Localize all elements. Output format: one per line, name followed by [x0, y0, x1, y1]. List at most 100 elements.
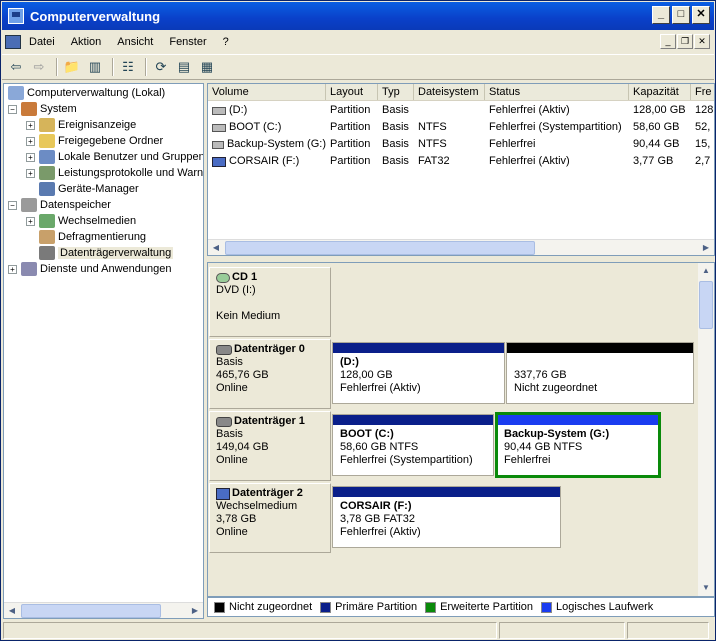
scroll-right-icon[interactable]: ▶: [187, 603, 203, 618]
app-menu-icon[interactable]: [5, 35, 21, 49]
volume-row[interactable]: (D:) Partition Basis Fehlerfrei (Aktiv) …: [208, 102, 714, 119]
scroll-thumb[interactable]: [699, 281, 713, 329]
tree-item-leistung[interactable]: + Leistungsprotokolle und Warn: [26, 165, 203, 181]
tree-item-freigegebene-ordner[interactable]: + Freigegebene Ordner: [26, 133, 163, 149]
tree-item-wechselmedien[interactable]: + Wechselmedien: [26, 213, 136, 229]
volume-hscrollbar[interactable]: ◀ ▶: [208, 239, 714, 255]
scroll-right-icon[interactable]: ▶: [698, 240, 714, 255]
up-folder-icon[interactable]: 📁: [62, 57, 82, 77]
tree-item-datentraegerverwaltung[interactable]: Datenträgerverwaltung: [39, 245, 174, 261]
disk-0[interactable]: Datenträger 0 Basis 465,76 GB Online: [209, 339, 331, 409]
scroll-left-icon[interactable]: ◀: [4, 603, 20, 618]
expand-icon[interactable]: +: [8, 264, 17, 274]
volume-row[interactable]: BOOT (C:) Partition Basis NTFS Fehlerfre…: [208, 119, 714, 136]
disk-name: Datenträger 0: [234, 343, 305, 355]
logical-swatch: [541, 601, 553, 613]
col-status[interactable]: Status: [485, 84, 629, 100]
tree-item-defragmentierung[interactable]: Defragmentierung: [39, 229, 146, 245]
volume-name: CORSAIR (F:): [229, 155, 300, 167]
tree-item-lokale-benutzer[interactable]: + Lokale Benutzer und Gruppen: [26, 149, 204, 165]
col-volume[interactable]: Volume: [208, 84, 326, 100]
help-icon[interactable]: ▦: [197, 57, 217, 77]
menu-fenster[interactable]: Fenster: [161, 36, 214, 48]
status-bar: [2, 621, 714, 640]
mdi-close-button[interactable]: ✕: [694, 34, 710, 49]
partition-f[interactable]: CORSAIR (F:) 3,78 GB FAT32 Fehlerfrei (A…: [332, 486, 561, 548]
toolbar: ⇦ ⇨ 📁 ▥ ☷ ⟳ ▤ ▦: [2, 54, 714, 80]
scroll-up-icon[interactable]: ▲: [698, 263, 714, 279]
storage-icon: [21, 198, 37, 212]
col-frei[interactable]: Fre: [691, 84, 714, 100]
tree-hscrollbar[interactable]: ◀ ▶: [4, 602, 203, 618]
disk-2[interactable]: Datenträger 2 Wechselmedium 3,78 GB Onli…: [209, 483, 331, 553]
volume-layout: Partition: [330, 104, 371, 116]
expand-icon[interactable]: +: [26, 136, 35, 146]
partition-status: Fehlerfrei (Systempartition): [340, 454, 473, 466]
disk-1[interactable]: Datenträger 1 Basis 149,04 GB Online: [209, 411, 331, 481]
legend: Nicht zugeordnet Primäre Partition Erwei…: [207, 597, 715, 617]
app-window: Computerverwaltung _ □ ✕ Datei Aktion An…: [0, 0, 716, 641]
col-kapazitaet[interactable]: Kapazität: [629, 84, 691, 100]
disk-vscrollbar[interactable]: ▲ ▼: [698, 263, 714, 596]
tree-item-system[interactable]: − System: [8, 101, 77, 117]
collapse-icon[interactable]: −: [8, 200, 17, 210]
partition-c[interactable]: BOOT (C:) 58,60 GB NTFS Fehlerfrei (Syst…: [332, 414, 494, 476]
mdi-minimize-button[interactable]: _: [660, 34, 676, 49]
scroll-left-icon[interactable]: ◀: [208, 240, 224, 255]
status-pane-3: [627, 622, 709, 639]
partition-name: [514, 356, 686, 369]
unallocated-swatch: [214, 601, 225, 613]
show-hide-tree-icon[interactable]: ▥: [85, 57, 105, 77]
tree-item-ereignisanzeige[interactable]: + Ereignisanzeige: [26, 117, 136, 133]
disk-name: Datenträger 1: [234, 415, 305, 427]
partition-unallocated[interactable]: 337,76 GB Nicht zugeordnet: [506, 342, 694, 404]
cd-drive-icon: [216, 272, 230, 283]
col-dateisystem[interactable]: Dateisystem: [414, 84, 485, 100]
scroll-thumb[interactable]: [225, 241, 535, 255]
expand-icon[interactable]: +: [26, 120, 35, 130]
back-arrow-icon[interactable]: ⇦: [6, 57, 26, 77]
menu-datei[interactable]: Datei: [21, 36, 63, 48]
minimize-button[interactable]: _: [652, 6, 670, 24]
refresh-icon[interactable]: ⟳: [151, 57, 171, 77]
volume-capacity: 58,60 GB: [633, 121, 680, 133]
menu-help[interactable]: ?: [215, 36, 237, 48]
menu-aktion[interactable]: Aktion: [63, 36, 110, 48]
tree-item-root[interactable]: Computerverwaltung (Lokal): [8, 85, 165, 101]
collapse-icon[interactable]: −: [8, 104, 17, 114]
close-button[interactable]: ✕: [692, 6, 710, 24]
col-layout[interactable]: Layout: [326, 84, 378, 100]
volume-free: 2,7: [695, 155, 711, 167]
tree-item-geraete-manager[interactable]: Geräte-Manager: [39, 181, 139, 197]
partition-status: Fehlerfrei (Aktiv): [340, 526, 421, 538]
volume-capacity: 128,00 GB: [633, 104, 686, 116]
scroll-down-icon[interactable]: ▼: [698, 580, 714, 596]
scroll-thumb[interactable]: [21, 604, 161, 618]
volume-capacity: 90,44 GB: [633, 138, 680, 150]
expand-icon[interactable]: +: [26, 216, 35, 226]
disk-status: Online: [216, 454, 248, 466]
defrag-icon: [39, 230, 55, 244]
tree-item-label: Lokale Benutzer und Gruppen: [58, 151, 204, 163]
properties-icon[interactable]: ☷: [118, 57, 138, 77]
partition-d[interactable]: (D:) 128,00 GB Fehlerfrei (Aktiv): [332, 342, 505, 404]
volume-row[interactable]: CORSAIR (F:) Partition Basis FAT32 Fehle…: [208, 153, 714, 170]
col-typ[interactable]: Typ: [378, 84, 414, 100]
forward-arrow-icon[interactable]: ⇨: [29, 57, 49, 77]
tree-item-datenspeicher[interactable]: − Datenspeicher: [8, 197, 111, 213]
volume-row[interactable]: Backup-System (G:) Partition Basis NTFS …: [208, 136, 714, 153]
legend-primary: Primäre Partition: [335, 601, 418, 613]
drive-icon: [212, 123, 226, 132]
mdi-restore-button[interactable]: ❐: [677, 34, 693, 49]
maximize-button[interactable]: □: [672, 6, 690, 24]
expand-icon[interactable]: +: [26, 152, 35, 162]
export-list-icon[interactable]: ▤: [174, 57, 194, 77]
volume-name: (D:): [229, 104, 248, 116]
title-bar[interactable]: Computerverwaltung _ □ ✕: [2, 2, 714, 30]
disk-cd1[interactable]: CD 1 DVD (I:) Kein Medium: [209, 267, 331, 337]
primary-swatch: [320, 601, 332, 613]
menu-ansicht[interactable]: Ansicht: [109, 36, 161, 48]
partition-g[interactable]: Backup-System (G:) 90,44 GB NTFS Fehlerf…: [495, 412, 661, 478]
expand-icon[interactable]: +: [26, 168, 35, 178]
tree-item-dienste[interactable]: + Dienste und Anwendungen: [8, 261, 172, 277]
